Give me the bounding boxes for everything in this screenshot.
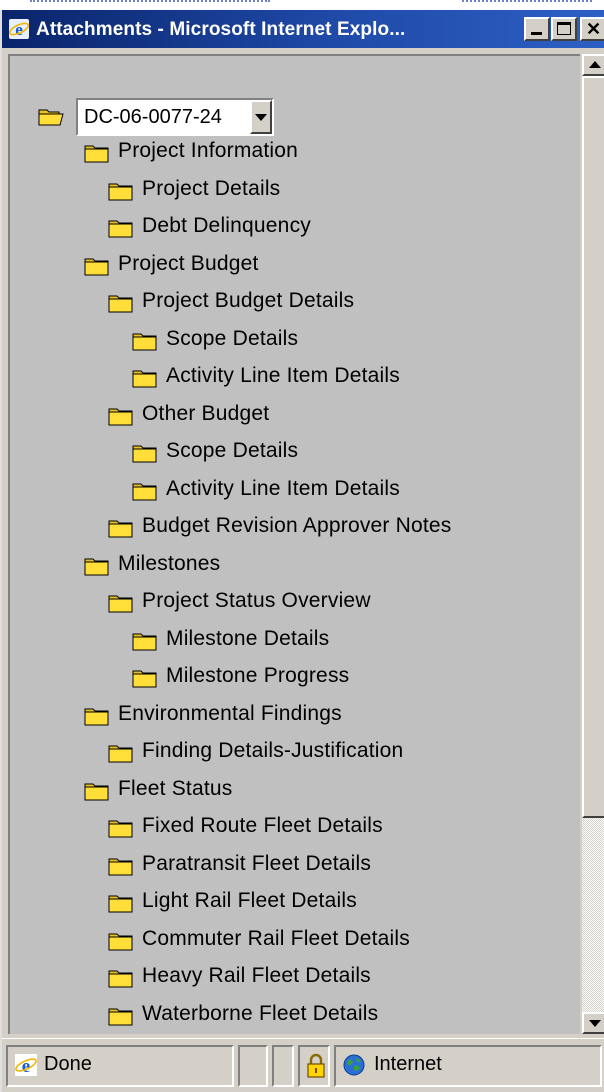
tree-node-label[interactable]: Project Details [142, 177, 280, 201]
svg-text:e: e [15, 20, 23, 39]
arrow-up-icon [589, 61, 601, 68]
folder-icon[interactable] [108, 593, 134, 613]
tree-node-label[interactable]: Other Budget [142, 402, 269, 426]
tree-node-label[interactable]: Project Budget Details [142, 289, 354, 313]
folder-icon[interactable] [108, 856, 134, 876]
maximize-button[interactable] [551, 17, 577, 41]
background-link-fragment [30, 0, 270, 2]
tree-node-label[interactable]: Milestone Details [166, 627, 329, 651]
close-icon: ✕ [586, 19, 602, 39]
project-number-value: DC-06-0077-24 [84, 106, 222, 128]
tree-node-label[interactable]: Budget Revision Approver Notes [142, 514, 452, 538]
dropdown-button[interactable] [250, 100, 272, 134]
scrollbar-thumb[interactable] [582, 76, 604, 818]
tree-node-label[interactable]: Scope Details [166, 439, 298, 463]
background-link-fragment [462, 0, 592, 2]
folder-icon[interactable] [132, 443, 158, 463]
scroll-down-button[interactable] [582, 1012, 604, 1034]
folder-icon[interactable] [108, 931, 134, 951]
folder-icon[interactable] [132, 631, 158, 651]
tree-node-label[interactable]: Commuter Rail Fleet Details [142, 927, 410, 951]
folder-icon[interactable] [132, 331, 158, 351]
tree-node-label[interactable]: Fleet Status [118, 777, 232, 801]
status-text: Done [44, 1053, 92, 1075]
close-button[interactable]: ✕ [580, 17, 604, 41]
tree-node-label[interactable]: Waterborne Fleet Details [142, 1002, 378, 1026]
project-number-select[interactable]: DC-06-0077-24 [76, 98, 274, 136]
attachments-tree-pane: DC-06-0077-24 Project Information Project… [8, 54, 580, 1034]
maximize-icon [557, 22, 571, 35]
tree-node-label[interactable]: Heavy Rail Fleet Details [142, 964, 371, 988]
folder-icon[interactable] [84, 781, 110, 801]
window-title: Attachments - Microsoft Internet Explo..… [36, 19, 406, 40]
folder-icon[interactable] [108, 818, 134, 838]
status-pane-security[interactable] [298, 1045, 330, 1087]
folder-open-icon[interactable] [38, 106, 64, 126]
tree-node-label[interactable]: Project Budget [118, 252, 259, 276]
internet-explorer-icon: e [15, 1054, 37, 1077]
tree-node-label[interactable]: Environmental Findings [118, 702, 342, 726]
folder-icon[interactable] [132, 481, 158, 501]
minimize-icon [531, 32, 542, 35]
folder-icon[interactable] [108, 518, 134, 538]
tree-node-label[interactable]: Debt Delinquency [142, 214, 311, 238]
tree-node-label[interactable]: Project Status Overview [142, 589, 371, 613]
scroll-up-button[interactable] [582, 54, 604, 76]
tree-node-label[interactable]: Project Information [118, 139, 298, 163]
folder-icon[interactable] [84, 256, 110, 276]
folder-icon[interactable] [84, 556, 110, 576]
tree-node-label[interactable]: Finding Details-Justification [142, 739, 403, 763]
tree-node-label[interactable]: Scope Details [166, 327, 298, 351]
folder-icon[interactable] [108, 743, 134, 763]
minimize-button[interactable] [524, 17, 550, 41]
status-pane-progress [238, 1045, 268, 1087]
title-bar[interactable]: e Attachments - Microsoft Internet Explo… [2, 10, 604, 48]
status-pane-blank [272, 1045, 294, 1087]
tree-node-label[interactable]: Paratransit Fleet Details [142, 852, 371, 876]
tree-node-label[interactable]: Fixed Route Fleet Details [142, 814, 383, 838]
tree-node-label[interactable]: Light Rail Fleet Details [142, 889, 357, 913]
chevron-down-icon [255, 114, 267, 121]
status-pane-main: e Done [6, 1045, 234, 1087]
vertical-scrollbar[interactable] [582, 54, 604, 1034]
security-zone-label: Internet [374, 1053, 442, 1075]
folder-icon[interactable] [84, 706, 110, 726]
background-page-strip [0, 0, 604, 10]
browser-window: e Attachments - Microsoft Internet Explo… [0, 10, 604, 1092]
folder-icon[interactable] [108, 968, 134, 988]
folder-icon[interactable] [108, 1006, 134, 1026]
lock-icon[interactable] [306, 1053, 326, 1079]
folder-icon[interactable] [108, 181, 134, 201]
folder-icon[interactable] [108, 218, 134, 238]
folder-icon[interactable] [108, 293, 134, 313]
folder-icon[interactable] [84, 143, 110, 163]
folder-icon[interactable] [132, 368, 158, 388]
tree-node-label[interactable]: Milestone Progress [166, 664, 349, 688]
folder-icon[interactable] [108, 406, 134, 426]
arrow-down-icon [589, 1020, 601, 1027]
folder-icon[interactable] [132, 668, 158, 688]
tree-node-label[interactable]: Activity Line Item Details [166, 477, 400, 501]
status-pane-zone: Internet [334, 1045, 602, 1087]
tree-node-label[interactable]: Activity Line Item Details [166, 364, 400, 388]
globe-icon [343, 1054, 365, 1076]
internet-explorer-icon: e [8, 19, 30, 39]
tree-node-label[interactable]: Milestones [118, 552, 220, 576]
status-bar: e Done Internet [2, 1038, 604, 1092]
folder-icon[interactable] [108, 893, 134, 913]
